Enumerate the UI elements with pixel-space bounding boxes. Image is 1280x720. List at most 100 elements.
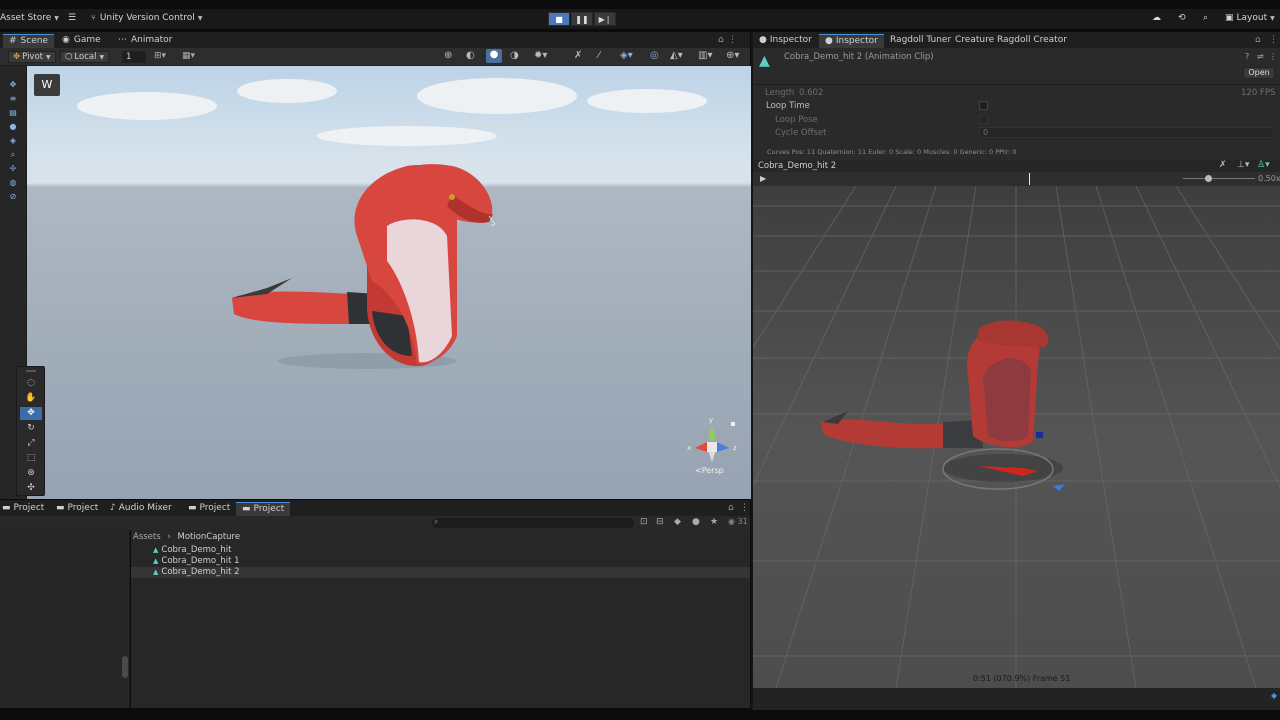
speed-slider-knob[interactable] <box>1205 175 1213 182</box>
pivot-preview-icon[interactable]: ⊥▾ <box>1237 160 1249 170</box>
breadcrumb-assets[interactable]: Assets <box>133 532 161 542</box>
search-by-type-icon[interactable]: ⊡ <box>640 517 648 527</box>
tab-animator[interactable]: ⋯ Animator <box>112 34 178 48</box>
tab-audio-mixer[interactable]: ♪ Audio Mixer <box>104 502 178 516</box>
move-tool-icon[interactable]: ✥ <box>7 80 19 90</box>
lighting-icon[interactable]: ✹▾ <box>534 50 547 61</box>
custom-tool-button[interactable]: ✣ <box>20 482 42 495</box>
project-menu-icon[interactable]: ⋮ <box>740 503 749 513</box>
tab-project-3[interactable]: ▬ Project <box>182 502 236 516</box>
speed-slider[interactable] <box>1183 175 1255 182</box>
scene-visibility-icon[interactable]: ◈▾ <box>620 50 633 61</box>
grid-snap-field[interactable]: 1 <box>122 51 146 63</box>
scale-tool-button[interactable]: ⤢ <box>20 437 42 450</box>
scene-viewport[interactable]: W y x z <Persp <box>27 66 751 499</box>
compass-icon[interactable]: ⊘ <box>7 192 19 202</box>
tab-project-2[interactable]: ▬ Project <box>50 502 104 516</box>
avatar-preview-icon[interactable]: ✗ <box>1219 160 1227 170</box>
asset-label-icon[interactable]: ◆ <box>1271 691 1277 700</box>
version-control-dropdown[interactable]: ⑂ Unity Version Control ▼ <box>91 13 202 23</box>
sphere-icon[interactable]: ● <box>7 122 19 132</box>
orientation-gizmo[interactable]: y x z <Persp <box>687 416 737 478</box>
layout-dropdown[interactable]: ▣ Layout ▼ <box>1225 13 1275 23</box>
filter-icon[interactable]: ⊟ <box>656 517 664 527</box>
shading-mixed-icon[interactable]: ◐ <box>466 50 475 61</box>
paint-icon[interactable]: ◍ <box>7 178 19 188</box>
timeline-playhead[interactable] <box>1029 173 1031 185</box>
loop-time-label: Loop Time <box>766 101 810 111</box>
effects-icon[interactable]: ⁄ <box>598 50 600 61</box>
rect-tool-button[interactable]: ⬚ <box>20 452 42 465</box>
tab-creature-ragdoll-creator[interactable]: Creature Ragdoll Creator <box>949 34 1073 48</box>
transform-tool-button[interactable]: ⊛ <box>20 467 42 480</box>
pivot-icon: ✥ <box>13 52 21 62</box>
tab-menu-icon[interactable]: ⋮ <box>728 35 737 45</box>
hidden-objects-icon[interactable]: ◎ <box>650 50 659 61</box>
search-tool-icon[interactable]: ⌕ <box>7 150 19 160</box>
lock-icon[interactable]: ⌂ <box>718 35 724 45</box>
preview-play-icon[interactable]: ▶ <box>760 174 766 183</box>
open-button[interactable]: Open <box>1243 67 1275 79</box>
step-button[interactable]: ▶❘ <box>594 12 616 26</box>
shading-shaded-icon[interactable]: ● <box>486 49 502 63</box>
move-tool-button[interactable]: ✥ <box>20 407 42 420</box>
align-icon[interactable]: ≡ <box>7 94 19 104</box>
history-icon[interactable]: ⟲ <box>1178 13 1186 23</box>
humanoid-icon[interactable]: ♙▾ <box>1257 160 1270 170</box>
overlay-drag-handle[interactable] <box>26 370 36 372</box>
breadcrumb-motioncapture[interactable]: MotionCapture <box>177 532 240 542</box>
asset-item[interactable]: ▲ Cobra_Demo_hit 1 <box>131 556 750 567</box>
hand-tool-button[interactable]: ✋ <box>20 392 42 405</box>
shading-unlit-icon[interactable]: ◑ <box>510 50 519 61</box>
project-search-input[interactable]: ⌕ <box>432 517 634 528</box>
loop-pose-checkbox[interactable] <box>979 115 988 124</box>
pivot-dropdown[interactable]: ✥ Pivot ▼ <box>8 51 56 63</box>
layers-icon[interactable]: ◈ <box>7 136 19 146</box>
overlay-logo-button[interactable]: W <box>34 74 60 96</box>
inspector-lock-icon[interactable]: ⌂ <box>1255 35 1261 45</box>
play-button[interactable]: ■ <box>548 12 570 26</box>
tab-game[interactable]: ◉ Game <box>56 34 107 48</box>
transform-icon[interactable]: ✢ <box>7 164 19 174</box>
tab-ragdoll-tuner[interactable]: Ragdoll Tuner <box>884 34 957 48</box>
asset-item[interactable]: ▲ Cobra_Demo_hit <box>131 545 750 556</box>
context-menu-icon[interactable]: ⋮ <box>1269 52 1277 61</box>
rotate-tool-button[interactable]: ↻ <box>20 422 42 435</box>
tab-project-1[interactable]: ▬ Project <box>0 502 50 516</box>
camera-settings-icon[interactable]: ◭▾ <box>670 50 683 61</box>
folder-tree-scrollbar[interactable] <box>122 656 128 678</box>
info-icon[interactable]: ● <box>692 517 700 527</box>
tab-scene[interactable]: # Scene <box>3 34 54 48</box>
loop-time-checkbox[interactable] <box>979 101 988 110</box>
audio-icon[interactable]: ✗ <box>574 50 582 61</box>
favorite-icon[interactable]: ★ <box>710 517 718 527</box>
cloud-icon[interactable]: ☁ <box>1152 13 1161 23</box>
snap-icon[interactable]: ▤ <box>7 108 19 118</box>
animation-preview-viewport[interactable]: 0:51 (070.9%) Frame 51 <box>753 186 1280 688</box>
project-lock-icon[interactable]: ⌂ <box>728 503 734 513</box>
shading-wire-icon[interactable]: ⊕ <box>444 50 452 61</box>
preset-icon[interactable]: ⇌ <box>1257 52 1264 61</box>
search-icon[interactable]: ⌕ <box>1203 13 1208 23</box>
help-icon[interactable]: ? <box>1245 52 1249 61</box>
label-icon[interactable]: ◆ <box>674 517 681 527</box>
cycle-offset-field[interactable]: 0 <box>979 127 1274 138</box>
local-icon: ⬡ <box>65 52 73 62</box>
projection-label[interactable]: <Persp <box>695 466 724 475</box>
overlay-menu-icon[interactable]: ⊕▾ <box>726 50 739 61</box>
asset-store-dropdown[interactable]: Asset Store ▼ <box>0 13 59 23</box>
tab-inspector-1[interactable]: ● Inspector <box>753 34 818 48</box>
local-dropdown[interactable]: ⬡ Local ▼ <box>60 51 110 63</box>
tab-project-4[interactable]: ▬ Project <box>236 502 291 516</box>
hamburger-menu-icon[interactable]: ☰ <box>68 13 76 23</box>
gizmos-icon[interactable]: ▥▾ <box>698 50 712 61</box>
asset-item[interactable]: ▲ Cobra_Demo_hit 2 <box>131 567 750 578</box>
grid-visibility-icon[interactable]: ▦▾ <box>182 51 195 61</box>
inspector-menu-icon[interactable]: ⋮ <box>1269 35 1278 45</box>
tab-inspector-2[interactable]: ● Inspector <box>819 34 884 48</box>
snap-increment-icon[interactable]: ⊞▾ <box>154 51 166 61</box>
preview-timeline[interactable] <box>773 173 1193 185</box>
project-folder-tree[interactable] <box>0 530 130 708</box>
view-tool-button[interactable]: ◌ <box>20 377 42 390</box>
pause-button[interactable]: ❚❚ <box>571 12 593 26</box>
